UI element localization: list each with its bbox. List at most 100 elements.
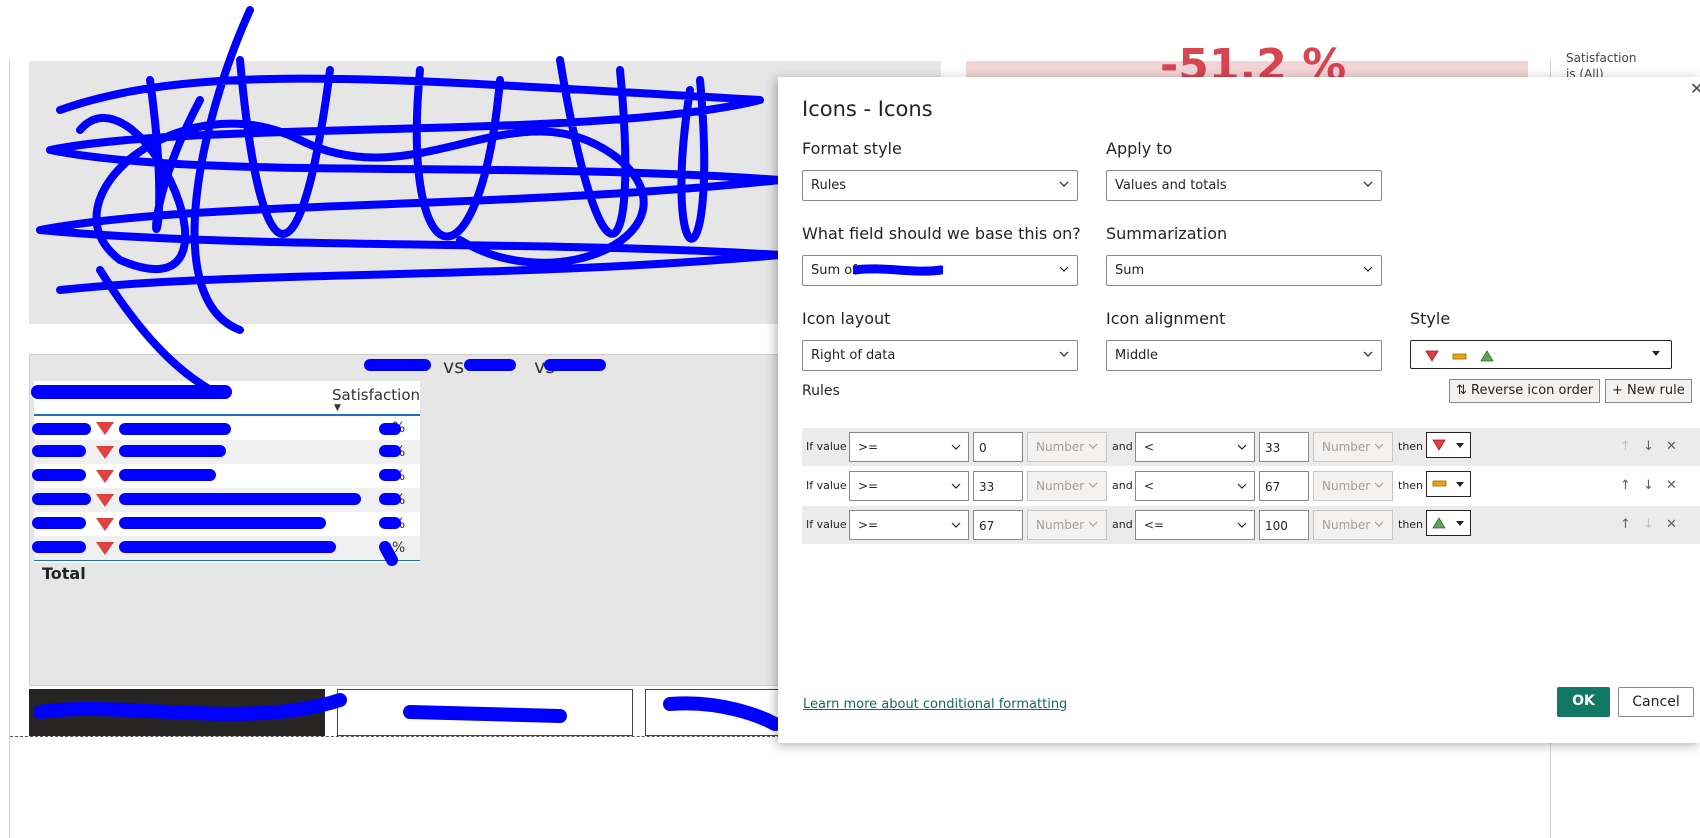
redaction-scribble xyxy=(853,264,943,276)
chevron-down-icon xyxy=(1088,521,1098,527)
chevron-down-icon xyxy=(1059,181,1069,187)
chevron-down-icon xyxy=(1237,444,1247,450)
format-style-dropdown[interactable]: Rules xyxy=(802,170,1078,201)
learn-more-link[interactable]: Learn more about conditional formatting xyxy=(803,697,1067,712)
delete-rule-icon[interactable]: ✕ xyxy=(1666,517,1677,532)
chevron-down-icon xyxy=(951,444,961,450)
type-2-dropdown[interactable]: Number xyxy=(1313,471,1393,501)
type-2-dropdown[interactable]: Number xyxy=(1313,432,1393,462)
icon-layout-value: Right of data xyxy=(811,348,896,363)
icon-alignment-dropdown[interactable]: Middle xyxy=(1106,340,1382,371)
new-rule-button[interactable]: + New rule xyxy=(1605,379,1692,403)
icon-picker-dropdown[interactable] xyxy=(1426,471,1471,497)
type-2-dropdown[interactable]: Number xyxy=(1313,510,1393,540)
icon-alignment-label: Icon alignment xyxy=(1106,309,1226,328)
dialog-title: Icons - Icons xyxy=(802,97,933,121)
base-field-value: Sum of xyxy=(811,263,857,278)
operator-2-dropdown[interactable]: < xyxy=(1135,432,1255,462)
type-2-value: Number xyxy=(1322,479,1371,493)
operator-2-dropdown[interactable]: <= xyxy=(1135,510,1255,540)
delete-rule-icon[interactable]: ✕ xyxy=(1666,478,1677,493)
chevron-down-icon xyxy=(951,483,961,489)
chevron-down-icon xyxy=(1059,266,1069,272)
operator-1-dropdown[interactable]: >= xyxy=(849,510,969,540)
operator-1-value: >= xyxy=(858,440,879,454)
value-2-input[interactable]: 100 xyxy=(1259,510,1309,540)
chevron-down-icon xyxy=(1237,522,1247,528)
value-1-input[interactable]: 67 xyxy=(973,510,1023,540)
move-down-icon[interactable]: ↓ xyxy=(1643,439,1654,454)
chevron-down-icon xyxy=(1374,482,1384,488)
icon-alignment-value: Middle xyxy=(1115,348,1158,363)
move-down-icon[interactable]: ↓ xyxy=(1643,478,1654,493)
operator-1-value: >= xyxy=(858,518,879,532)
format-style-label: Format style xyxy=(802,139,902,158)
type-2-value: Number xyxy=(1322,440,1371,454)
operator-1-dropdown[interactable]: >= xyxy=(849,432,969,462)
delete-rule-icon[interactable]: ✕ xyxy=(1666,439,1677,454)
type-1-value: Number xyxy=(1036,518,1085,532)
icon-set-preview xyxy=(1425,350,1494,362)
value-1-input[interactable]: 0 xyxy=(973,432,1023,462)
and-label: and xyxy=(1112,518,1133,531)
then-label: then xyxy=(1398,479,1424,492)
ok-button[interactable]: OK xyxy=(1557,687,1610,717)
move-up-icon[interactable]: ↑ xyxy=(1620,439,1631,454)
if-value-label: If value xyxy=(806,440,847,453)
rule-row: If value >= 0 Number and < 33 Number the… xyxy=(802,428,1700,466)
type-1-dropdown[interactable]: Number xyxy=(1027,432,1107,462)
new-rule-label: New rule xyxy=(1627,383,1685,398)
chevron-down-icon xyxy=(1363,181,1373,187)
chevron-down-icon xyxy=(1088,443,1098,449)
yellow-bar-icon xyxy=(1452,353,1467,360)
value-2-input[interactable]: 33 xyxy=(1259,432,1309,462)
operator-2-value: < xyxy=(1144,440,1155,454)
chevron-down-icon xyxy=(1088,482,1098,488)
move-down-icon[interactable]: ↓ xyxy=(1643,517,1654,532)
type-1-dropdown[interactable]: Number xyxy=(1027,471,1107,501)
icon-picker-dropdown[interactable] xyxy=(1426,510,1471,536)
close-icon[interactable]: ✕ xyxy=(1690,79,1700,98)
operator-1-dropdown[interactable]: >= xyxy=(849,471,969,501)
value-1-input[interactable]: 33 xyxy=(973,471,1023,501)
apply-to-value: Values and totals xyxy=(1115,178,1227,193)
operator-2-dropdown[interactable]: < xyxy=(1135,471,1255,501)
caret-down-icon xyxy=(1652,351,1660,356)
chevron-down-icon xyxy=(951,522,961,528)
style-dropdown[interactable] xyxy=(1410,340,1672,369)
icons-dialog: Icons - Icons ✕ Format style Rules Apply… xyxy=(778,77,1700,743)
icon-picker-dropdown[interactable] xyxy=(1426,432,1471,458)
plus-icon: + xyxy=(1612,383,1623,398)
base-field-dropdown[interactable]: Sum of xyxy=(802,255,1078,286)
apply-to-dropdown[interactable]: Values and totals xyxy=(1106,170,1382,201)
and-label: and xyxy=(1112,479,1133,492)
format-style-value: Rules xyxy=(811,178,847,193)
chevron-down-icon xyxy=(1374,521,1384,527)
operator-2-value: < xyxy=(1144,479,1155,493)
cancel-button[interactable]: Cancel xyxy=(1618,687,1694,717)
reverse-icon-order-label: Reverse icon order xyxy=(1471,383,1594,398)
apply-to-label: Apply to xyxy=(1106,139,1173,158)
chevron-down-icon xyxy=(1374,443,1384,449)
type-1-value: Number xyxy=(1036,479,1085,493)
rule-row: If value >= 67 Number and <= 100 Number … xyxy=(802,506,1700,544)
move-up-icon[interactable]: ↑ xyxy=(1620,478,1631,493)
icon-layout-dropdown[interactable]: Right of data xyxy=(802,340,1078,371)
then-label: then xyxy=(1398,518,1424,531)
chevron-down-icon xyxy=(1237,483,1247,489)
green-up-triangle-icon xyxy=(1432,517,1464,529)
base-field-label: What field should we base this on? xyxy=(802,224,1081,243)
red-down-triangle-icon xyxy=(1432,439,1464,451)
rule-row: If value >= 33 Number and < 67 Number th… xyxy=(802,467,1700,505)
move-up-icon[interactable]: ↑ xyxy=(1620,517,1631,532)
type-1-dropdown[interactable]: Number xyxy=(1027,510,1107,540)
if-value-label: If value xyxy=(806,518,847,531)
reverse-icon-order-button[interactable]: ⇅ Reverse icon order xyxy=(1449,379,1601,403)
style-label: Style xyxy=(1410,309,1451,328)
and-label: and xyxy=(1112,440,1133,453)
summarization-dropdown[interactable]: Sum xyxy=(1106,255,1382,286)
swap-icon: ⇅ xyxy=(1456,383,1467,398)
type-2-value: Number xyxy=(1322,518,1371,532)
green-up-triangle-icon xyxy=(1480,350,1494,362)
value-2-input[interactable]: 67 xyxy=(1259,471,1309,501)
